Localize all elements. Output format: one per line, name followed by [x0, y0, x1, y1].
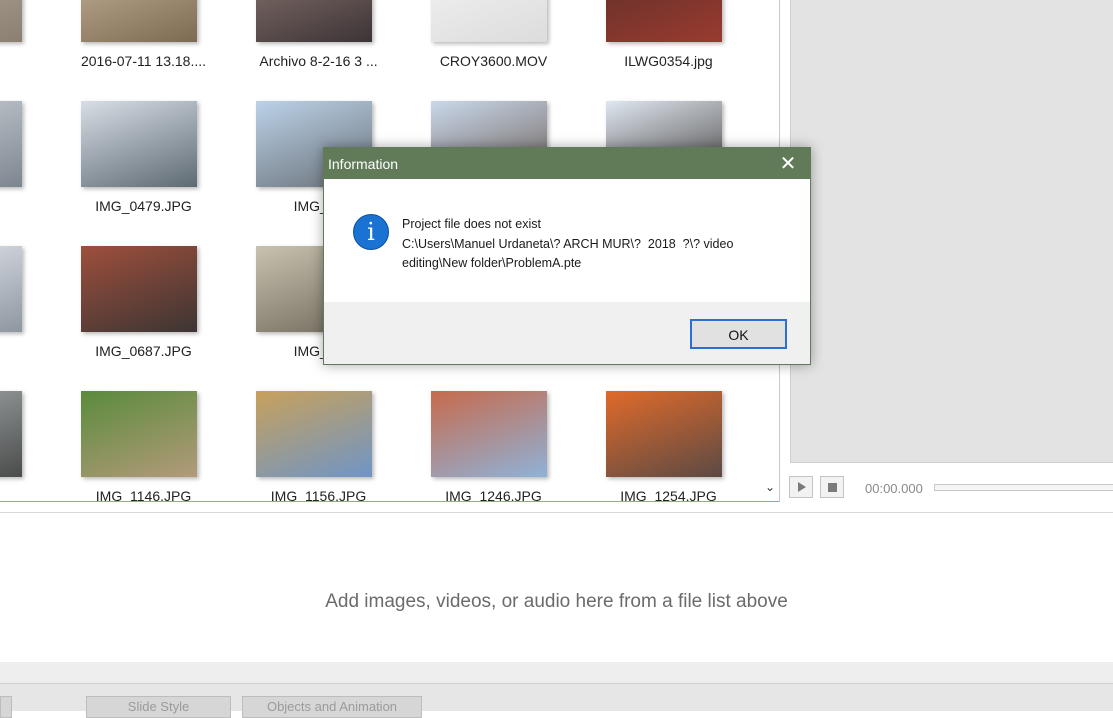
file-thumbnail[interactable]	[0, 101, 22, 187]
file-thumbnail[interactable]	[256, 0, 372, 42]
file-tile[interactable]: .48....	[0, 0, 56, 42]
seek-bar[interactable]	[934, 484, 1113, 491]
scroll-down-icon[interactable]: ⌄	[765, 480, 775, 494]
timeline-hint: Add images, videos, or audio here from a…	[325, 591, 788, 612]
file-thumbnail[interactable]	[81, 101, 197, 187]
information-dialog: Information ✕ i Project file does not ex…	[323, 147, 811, 365]
ok-button[interactable]: OK	[690, 319, 787, 349]
file-thumbnail[interactable]	[0, 391, 22, 477]
bottom-left-button[interactable]	[0, 696, 12, 718]
file-name: IMG_1156.JPG	[270, 488, 367, 502]
message-line: C:\Users\Manuel Urdaneta\? ARCH MUR\? 20…	[402, 236, 734, 251]
file-thumbnail[interactable]	[256, 391, 372, 477]
stop-button[interactable]	[820, 476, 844, 498]
file-tile[interactable]: 2016-07-11 13.18....	[56, 0, 231, 69]
file-name: .48....	[0, 53, 56, 69]
file-tile[interactable]: ILWG0354.jpg	[581, 0, 756, 69]
close-icon[interactable]: ✕	[766, 148, 810, 179]
file-name: PG	[0, 198, 56, 214]
file-thumbnail[interactable]	[81, 391, 197, 477]
file-tile[interactable]: CROY3600.MOV	[406, 0, 581, 69]
file-name: CROY3600.MOV	[439, 53, 548, 69]
file-thumbnail[interactable]	[431, 0, 547, 42]
preview-screen	[790, 0, 1113, 463]
file-name: IMG_0479.JPG	[95, 198, 192, 214]
file-name: ILWG0354.jpg	[624, 53, 713, 69]
dialog-message: Project file does not exist C:\Users\Man…	[402, 215, 792, 274]
dialog-title-bar[interactable]: Information ✕	[324, 148, 810, 179]
file-name: IMG_1246.JPG	[445, 488, 542, 502]
file-name: Archivo 8-2-16 3 ...	[259, 53, 378, 69]
file-thumbnail[interactable]	[0, 0, 22, 42]
preview-panel: 00:00.000	[780, 0, 1113, 501]
file-name: IMG_0687.JPG	[95, 343, 192, 359]
timeline-scroll-strip	[0, 662, 1113, 683]
file-tile[interactable]: Archivo 8-2-16 3 ...	[231, 0, 406, 69]
playback-time: 00:00.000	[865, 481, 923, 496]
file-thumbnail[interactable]	[0, 246, 22, 332]
objects-animation-button[interactable]: Objects and Animation	[242, 696, 422, 718]
file-thumbnail[interactable]	[81, 246, 197, 332]
message-line: editing\New folder\ProblemA.pte	[402, 256, 582, 270]
file-name: PG	[0, 343, 56, 359]
file-name: 2016-07-11 13.18....	[80, 53, 207, 69]
bottom-toolbar: Slide Style Objects and Animation	[0, 683, 1113, 718]
file-thumbnail[interactable]	[431, 391, 547, 477]
play-button[interactable]	[789, 476, 813, 498]
dialog-footer: OK	[324, 302, 810, 364]
file-thumbnail[interactable]	[606, 391, 722, 477]
dialog-title: Information	[328, 156, 399, 172]
file-name: IMG_1146.JPG	[95, 488, 192, 502]
file-name: PG	[0, 488, 56, 501]
file-thumbnail[interactable]	[81, 0, 197, 42]
info-icon: i	[353, 214, 389, 250]
message-line: Project file does not exist	[402, 217, 541, 231]
play-icon	[798, 482, 806, 492]
timeline-drop-area[interactable]: Add images, videos, or audio here from a…	[0, 512, 1113, 663]
file-name: IMG_1254.JPG	[620, 488, 717, 502]
file-thumbnail[interactable]	[606, 0, 722, 42]
stop-icon	[827, 482, 837, 492]
slide-style-button[interactable]: Slide Style	[86, 696, 231, 718]
